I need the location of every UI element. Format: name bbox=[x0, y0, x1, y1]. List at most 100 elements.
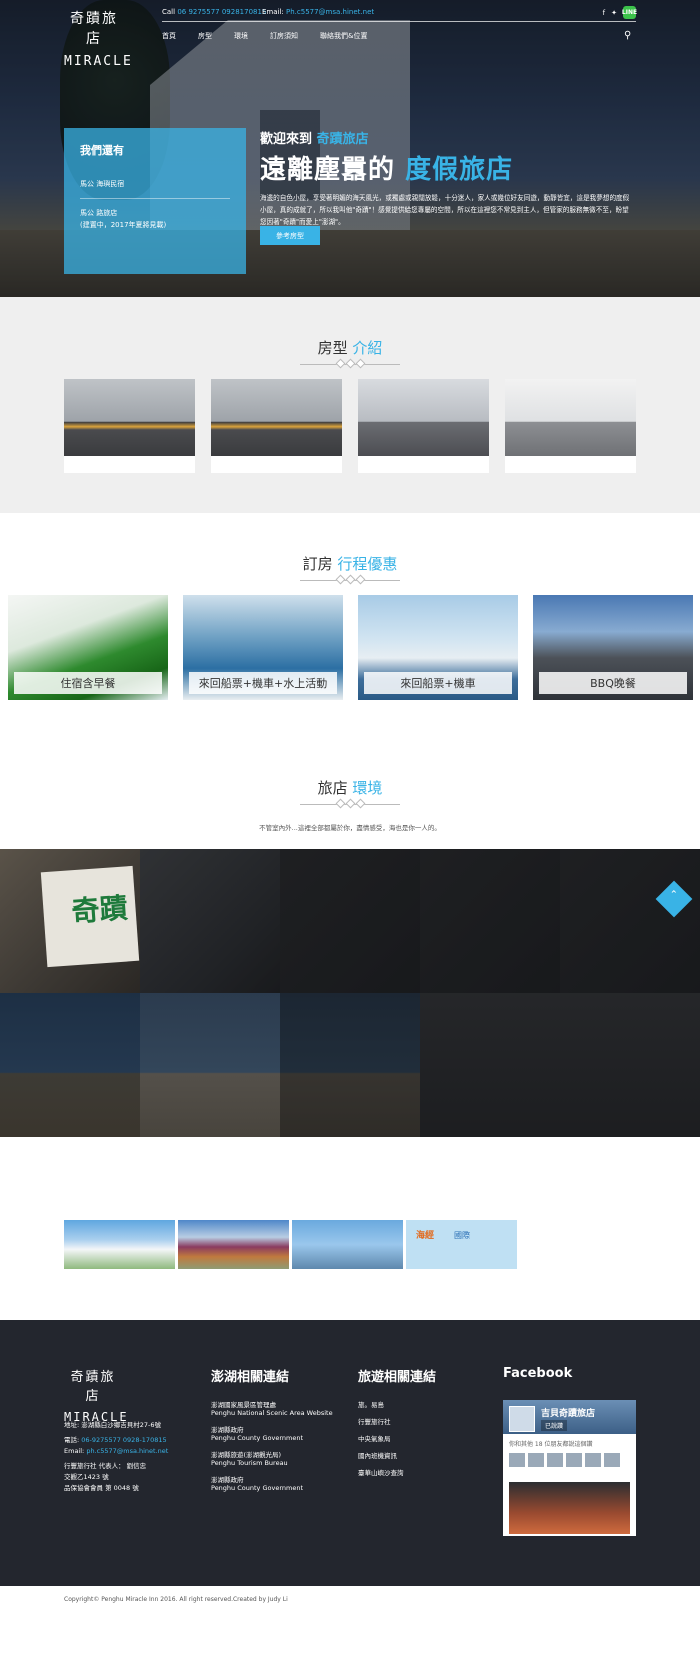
call-numbers[interactable]: 06 9275577 0928170815 bbox=[177, 8, 266, 16]
headline-a: 遠離塵囂的 bbox=[260, 155, 396, 185]
deal-card[interactable]: BBQ晚餐 bbox=[533, 595, 693, 700]
footer-col-title: 旅遊相關連結 bbox=[358, 1370, 437, 1385]
gallery-photo[interactable] bbox=[420, 993, 560, 1137]
gallery-photo[interactable] bbox=[560, 849, 700, 993]
deal-label: BBQ晚餐 bbox=[539, 672, 687, 694]
hotel-sign: 奇蹟 bbox=[40, 865, 140, 968]
footer-penghu-links: 澎湖相關連結 澎湖國家風景區管理處 Penghu National Scenic… bbox=[211, 1366, 351, 1501]
gallery-photo[interactable] bbox=[0, 993, 140, 1137]
welcome-prefix: 歡迎來到 bbox=[260, 132, 313, 147]
nav-contact[interactable]: 聯絡我們&位置 bbox=[320, 31, 367, 41]
rooms-title-b: 介紹 bbox=[352, 339, 383, 357]
fb-post-image bbox=[509, 1482, 630, 1534]
partner-banner[interactable] bbox=[292, 1220, 403, 1269]
footer-link[interactable]: 澎湖縣政府 Penghu County Government bbox=[211, 1476, 351, 1492]
copyright-text: Copyright© Penghu Miracle Inn 2016. All … bbox=[64, 1596, 288, 1603]
line-icon[interactable]: LINE bbox=[622, 6, 637, 19]
gallery-photo[interactable] bbox=[420, 849, 560, 993]
deals-title-a: 訂房 bbox=[302, 555, 333, 573]
site-logo[interactable]: 奇蹟旅店 MIRACLE bbox=[64, 8, 133, 69]
facebook-icon[interactable]: f bbox=[603, 9, 605, 17]
gallery-photo[interactable]: 奇蹟 bbox=[0, 849, 140, 993]
gallery-photo[interactable] bbox=[280, 993, 420, 1137]
environment-gallery: 奇蹟 bbox=[0, 849, 700, 1137]
panel-title: 我們還有 bbox=[80, 144, 124, 157]
deals-title-b: 行程優惠 bbox=[337, 555, 398, 573]
footer-col-title: Facebook bbox=[503, 1366, 573, 1381]
footer-link[interactable]: 澎湖縣政府 Penghu County Government bbox=[211, 1426, 351, 1442]
foursquare-icon[interactable]: ✦ bbox=[611, 9, 617, 17]
room-image bbox=[64, 379, 195, 456]
footer-link[interactable]: 澎湖縣旅遊(澎湖觀光局) Penghu Tourism Bureau bbox=[211, 1451, 351, 1467]
deal-label: 來回船票+機車 bbox=[364, 672, 512, 694]
hero-section: 奇蹟旅店 MIRACLE Call 06 9275577 0928170815 … bbox=[0, 0, 700, 297]
fb-page-name[interactable]: 吉貝奇蹟旅店 bbox=[541, 1406, 595, 1419]
nav-rooms[interactable]: 房型 bbox=[198, 31, 212, 41]
nav-booking-info[interactable]: 訂房須知 bbox=[270, 31, 298, 41]
footer-link[interactable]: 澎湖國家風景區管理處 Penghu National Scenic Area W… bbox=[211, 1401, 351, 1417]
deal-card[interactable]: 來回船票+機車 bbox=[358, 595, 518, 700]
deal-label: 來回船票+機車+水上活動 bbox=[189, 672, 337, 694]
hero-description: 海邊的自色小屋，享受著明媚的海天風光，或獨處或親闊放鬆，十分迷人，家人或幾位好友… bbox=[260, 194, 630, 226]
sign-text: 奇蹟 bbox=[70, 891, 129, 929]
footer-link[interactable]: 臺華山嶼沙查詢 bbox=[358, 1469, 498, 1477]
gallery-photo[interactable] bbox=[280, 849, 420, 993]
partner-banner[interactable]: 海經 國際 bbox=[406, 1220, 517, 1269]
footer-link[interactable]: 旅。易島 bbox=[358, 1401, 498, 1409]
nav-home[interactable]: 首頁 bbox=[162, 31, 176, 41]
search-icon[interactable]: ⚲ bbox=[624, 30, 631, 41]
footer-address: 地址: 澎湖縣白沙鄉吉貝村27-6號 bbox=[64, 1421, 162, 1429]
partner-banner[interactable] bbox=[178, 1220, 289, 1269]
nav-environment[interactable]: 環境 bbox=[234, 31, 248, 41]
fb-avatar bbox=[509, 1406, 535, 1432]
email-info: Email: Ph.c5577@msa.hinet.net bbox=[262, 8, 374, 16]
rooms-divider bbox=[300, 358, 400, 369]
agency-assoc: 品保協會會員 第 0048 號 bbox=[64, 1484, 139, 1492]
environment-subtitle: 不管室內外...這裡全部都屬於你，盡情感受，海也是你一人的。 bbox=[259, 824, 441, 832]
phone-label: 電話: bbox=[64, 1436, 80, 1444]
fb-friend-thumbs bbox=[503, 1453, 636, 1467]
deals-section: 訂房 行程優惠 住宿含早餐 來回船票+機車+水上活動 來回船票+機車 BBQ晚餐 bbox=[0, 513, 700, 729]
top-contact-bar: Call 06 9275577 0928170815 Email: Ph.c55… bbox=[162, 6, 637, 22]
social-links: f ✦ LINE bbox=[603, 6, 637, 19]
footer-link[interactable]: 國內班機資訊 bbox=[358, 1452, 498, 1460]
footer-link[interactable]: 中央氣象局 bbox=[358, 1435, 498, 1443]
room-image bbox=[358, 379, 489, 456]
deals-title: 訂房 行程優惠 bbox=[0, 553, 700, 574]
rooms-title-a: 房型 bbox=[317, 339, 348, 357]
footer-link[interactable]: 行豐旅行社 bbox=[358, 1418, 498, 1426]
property-item[interactable]: 馬公 海璵民宿 bbox=[80, 170, 230, 198]
room-card[interactable] bbox=[505, 379, 636, 473]
hero-headline: 遠離塵囂的 度假旅店 bbox=[260, 149, 640, 186]
footer-col-title: 澎湖相關連結 bbox=[211, 1370, 290, 1385]
logo-en: MIRACLE bbox=[64, 54, 133, 69]
gallery-photo[interactable] bbox=[560, 993, 700, 1137]
footer: 奇蹟旅店 MIRACLE 地址: 澎湖縣白沙鄉吉貝村27-6號 電話: 06-9… bbox=[0, 1320, 700, 1586]
phone-link[interactable]: 06-9275577 0928-170815 bbox=[81, 1436, 166, 1444]
deal-card[interactable]: 來回船票+機車+水上活動 bbox=[183, 595, 343, 700]
agency-name: 行豐旅行社 代表人： 劉信忠 bbox=[64, 1462, 147, 1470]
fb-like-button[interactable]: 已說讚 bbox=[541, 1420, 568, 1431]
gallery-photo[interactable] bbox=[140, 849, 280, 993]
welcome-name: 奇蹟旅店 bbox=[316, 132, 369, 147]
email-link[interactable]: Ph.c5577@msa.hinet.net bbox=[286, 8, 374, 16]
room-card[interactable] bbox=[64, 379, 195, 473]
room-card[interactable] bbox=[358, 379, 489, 473]
copyright-bar: Copyright© Penghu Miracle Inn 2016. All … bbox=[0, 1586, 700, 1664]
property-item[interactable]: 馬公 路旅店 (建置中，2017年夏將見載) bbox=[80, 198, 230, 239]
deals-divider bbox=[300, 574, 400, 585]
partner-banner[interactable] bbox=[64, 1220, 175, 1269]
email-label: Email: bbox=[64, 1447, 85, 1455]
footer-logo-cn: 奇蹟旅店 bbox=[70, 1370, 116, 1404]
view-rooms-button[interactable]: 參考房型 bbox=[260, 226, 320, 245]
footer-phone: 電話: 06-9275577 0928-170815 Email: ph.c557… bbox=[64, 1435, 194, 1457]
gallery-photo[interactable] bbox=[140, 993, 280, 1137]
welcome-line: 歡迎來到 奇蹟旅店 bbox=[260, 128, 640, 147]
room-card[interactable] bbox=[211, 379, 342, 473]
fb-friends-text: 你和其他 18 位朋友都說這個讚 bbox=[509, 1441, 593, 1448]
deal-card[interactable]: 住宿含早餐 bbox=[8, 595, 168, 700]
footer-logo[interactable]: 奇蹟旅店 MIRACLE bbox=[64, 1366, 127, 1424]
email-link[interactable]: ph.c5577@msa.hinet.net bbox=[86, 1447, 168, 1455]
facebook-widget[interactable]: 吉貝奇蹟旅店 已說讚 你和其他 18 位朋友都說這個讚 bbox=[503, 1400, 636, 1536]
call-label: Call bbox=[162, 8, 176, 16]
